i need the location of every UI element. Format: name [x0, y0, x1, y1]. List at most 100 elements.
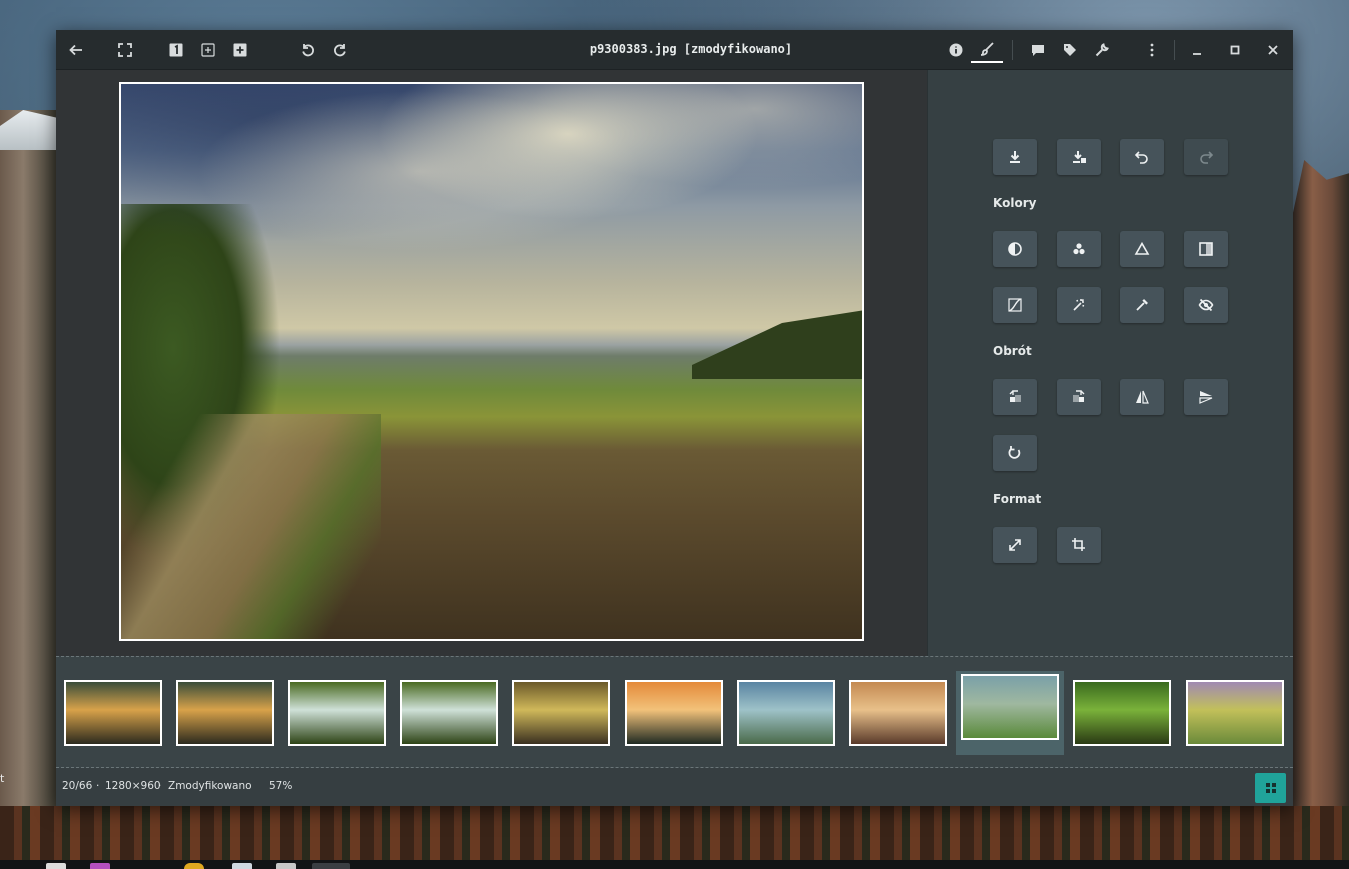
flip-vertical-button[interactable] [1184, 379, 1228, 415]
flip-horizontal-button[interactable] [1120, 379, 1164, 415]
rotate-right-icon [334, 44, 346, 57]
taskbar-item[interactable] [90, 863, 110, 869]
resize-icon [1009, 539, 1021, 551]
back-arrow-icon [69, 44, 82, 56]
redo-button[interactable] [1184, 139, 1228, 175]
flip-vertical-icon [1199, 391, 1213, 404]
exposure-icon [1134, 241, 1150, 255]
save-as-icon [1073, 151, 1086, 163]
minimize-icon [1193, 53, 1201, 55]
save-as-button[interactable] [1057, 139, 1101, 175]
gallery-grid-button[interactable] [1255, 773, 1286, 803]
filmstrip-thumbnail-waterfall-1[interactable] [288, 680, 386, 746]
filmstrip-thumbnail-waterfall-2[interactable] [400, 680, 498, 746]
magic-wand-button[interactable] [1057, 287, 1101, 323]
image-viewer-window: p9300383.jpg [zmodyfikowano] Kolory Obró… [56, 30, 1293, 806]
status-position: 20/66 [62, 780, 93, 792]
edit-sidebar: Kolory Obrót Format [927, 70, 1293, 656]
crop-icon [1072, 538, 1085, 551]
status-separator: · [96, 780, 100, 792]
edit-button[interactable] [971, 37, 1003, 63]
status-modified: Zmodyfikowano [168, 780, 252, 792]
hide-button[interactable] [1184, 287, 1228, 323]
main-photo[interactable] [119, 82, 864, 641]
info-icon [949, 43, 963, 57]
section-rotation-label: Obrót [993, 344, 1032, 358]
fullscreen-button[interactable] [114, 39, 136, 61]
filmstrip-thumbnail-river-reflection[interactable] [1073, 680, 1171, 746]
status-separator: · [158, 780, 162, 792]
crop-button[interactable] [1057, 527, 1101, 563]
status-zoom[interactable]: 57% [269, 780, 292, 792]
magic-wand-icon [1073, 298, 1085, 311]
eyedropper-button[interactable] [1120, 287, 1164, 323]
toolbar-separator [1012, 40, 1013, 60]
section-format-label: Format [993, 492, 1042, 506]
undo-icon [1134, 151, 1148, 164]
undo-button[interactable] [1120, 139, 1164, 175]
filmstrip-thumbnail-forest-sunset-1[interactable] [64, 680, 162, 746]
curves-icon [1008, 298, 1022, 312]
contrast-button[interactable] [993, 231, 1037, 267]
hide-icon [1198, 298, 1214, 312]
filmstrip-thumbnail-misty-trees[interactable] [737, 680, 835, 746]
filmstrip-thumbnail-mountain-sunset[interactable] [625, 680, 723, 746]
edit-brush-icon [980, 42, 994, 56]
tag-icon [1064, 44, 1076, 56]
taskbar [0, 860, 1349, 869]
desktop-cliff-left [0, 110, 58, 810]
maximize-icon [1230, 45, 1240, 55]
maximize-button[interactable] [1224, 39, 1246, 61]
contrast-icon [1008, 242, 1022, 256]
filmstrip-thumbnail-meadow-bokeh[interactable] [1186, 680, 1284, 746]
comment-button[interactable] [1027, 39, 1049, 61]
filmstrip-thumbnail-forest-sunset-2[interactable] [176, 680, 274, 746]
minimize-button[interactable] [1186, 39, 1208, 61]
wrench-icon [1095, 43, 1109, 57]
header-bar: p9300383.jpg [zmodyfikowano] [56, 30, 1293, 70]
zoom-in-button[interactable] [229, 39, 251, 61]
section-colors-label: Kolory [993, 196, 1037, 210]
taskbar-item[interactable] [312, 863, 350, 869]
rotate-left-button[interactable] [297, 39, 319, 61]
back-button[interactable] [65, 39, 87, 61]
tools-button[interactable] [1091, 39, 1113, 61]
rotate-free-icon [1008, 446, 1021, 459]
rotate-right-button[interactable] [329, 39, 351, 61]
filmstrip-thumbnail-green-field[interactable] [961, 674, 1059, 740]
taskbar-item[interactable] [46, 863, 66, 869]
menu-button[interactable] [1141, 39, 1163, 61]
redo-icon [1200, 151, 1214, 164]
image-canvas[interactable] [56, 70, 927, 656]
gradient-icon [1199, 242, 1213, 256]
taskbar-item[interactable] [276, 863, 296, 869]
rotate-ccw-button[interactable] [993, 379, 1037, 415]
rotate-free-button[interactable] [993, 435, 1037, 471]
taskbar-item[interactable] [184, 863, 204, 869]
fit-button[interactable] [197, 39, 219, 61]
flip-horizontal-icon [1136, 390, 1149, 404]
tag-button[interactable] [1059, 39, 1081, 61]
comment-icon [1032, 45, 1044, 56]
fullscreen-icon [118, 43, 132, 57]
rgb-icon [1073, 243, 1085, 255]
filmstrip-thumbnail-foggy-sunrise[interactable] [849, 680, 947, 746]
gradient-button[interactable] [1184, 231, 1228, 267]
save-button[interactable] [993, 139, 1037, 175]
photo-sky [121, 84, 862, 334]
toolbar-separator [1174, 40, 1175, 60]
curves-button[interactable] [993, 287, 1037, 323]
zoom-in-icon [233, 43, 247, 57]
filmstrip-thumbnail-rain-drops[interactable] [512, 680, 610, 746]
rgb-button[interactable] [1057, 231, 1101, 267]
info-button[interactable] [945, 39, 967, 61]
close-button[interactable] [1262, 39, 1284, 61]
actual-size-button[interactable] [165, 39, 187, 61]
filmstrip [56, 656, 1293, 768]
status-resolution: 1280×960 [105, 780, 161, 792]
desktop-forest [0, 806, 1349, 860]
exposure-button[interactable] [1120, 231, 1164, 267]
rotate-cw-button[interactable] [1057, 379, 1101, 415]
resize-button[interactable] [993, 527, 1037, 563]
taskbar-item[interactable] [232, 863, 252, 869]
